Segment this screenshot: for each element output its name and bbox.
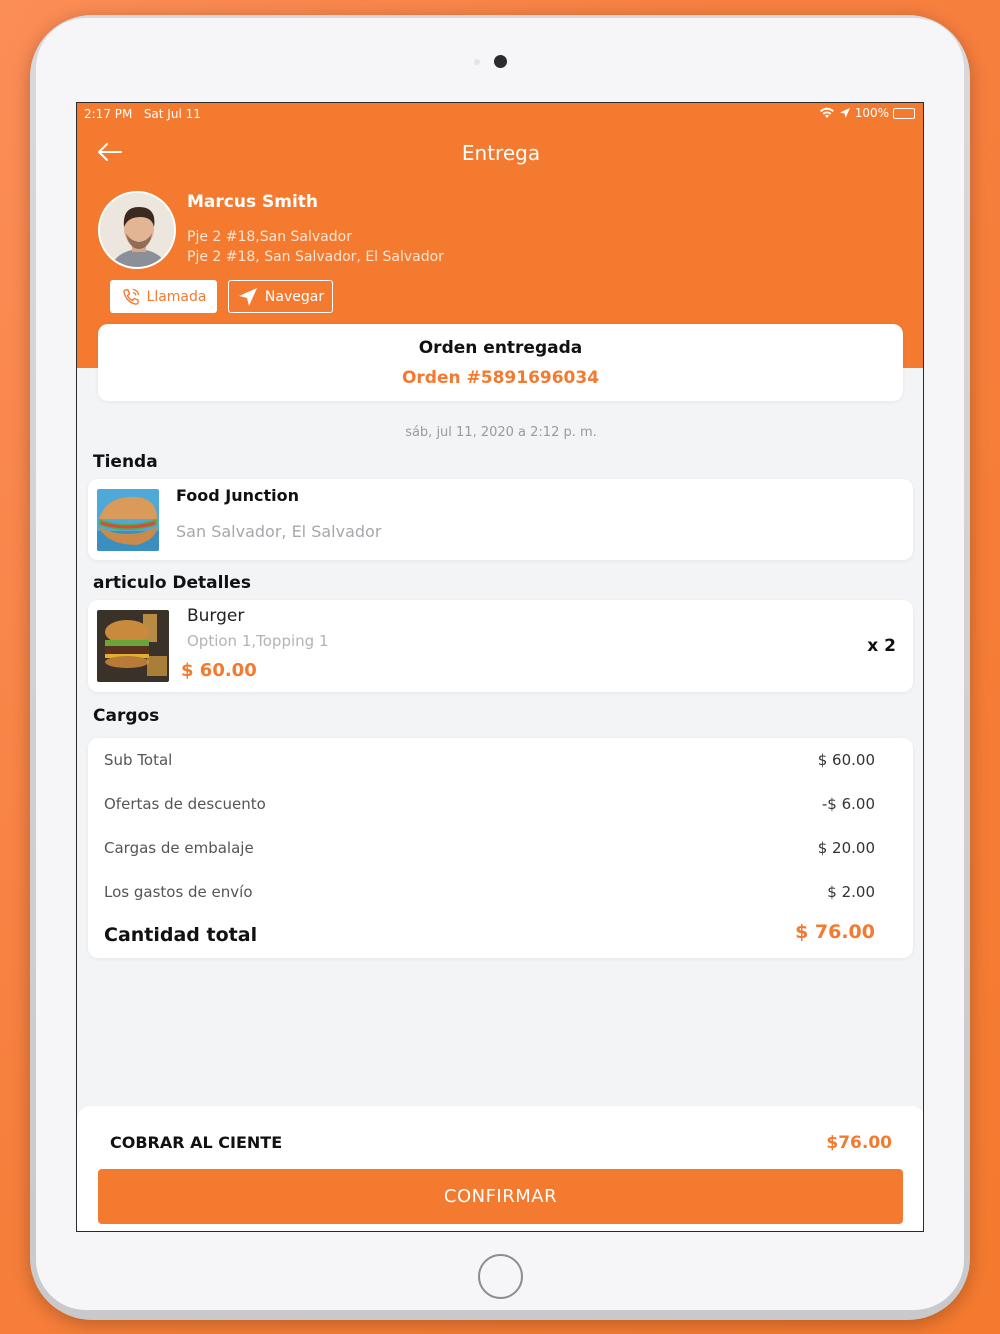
total-value: $ 76.00: [795, 921, 875, 943]
store-image: [97, 489, 159, 551]
customer-address-line2: Pje 2 #18, San Salvador, El Salvador: [187, 249, 444, 265]
order-number: Orden #5891696034: [401, 368, 600, 388]
page-title: Entrega: [461, 141, 541, 165]
customer-name: Marcus Smith: [187, 192, 319, 212]
store-location: San Salvador, El Salvador: [176, 522, 382, 541]
item-name: Burger: [187, 606, 245, 626]
battery-icon: [893, 107, 915, 119]
app-screen: 2:17 PM Sat Jul 11 100% Entrega Marcus S…: [76, 102, 924, 1232]
navigate-button-label: Navegar: [264, 288, 325, 305]
collect-value: $76.00: [826, 1133, 892, 1153]
item-quantity: x 2: [867, 636, 896, 656]
navigation-icon: [238, 287, 257, 306]
charges-card: Sub Total $ 60.00 Ofertas de descuento -…: [88, 738, 913, 958]
charge-label: Ofertas de descuento: [104, 795, 266, 813]
charge-value: $ 60.00: [817, 751, 875, 769]
sensor-dot: [474, 59, 480, 65]
home-button[interactable]: [478, 1254, 523, 1299]
order-status: Orden entregada: [418, 338, 583, 358]
camera-icon: [494, 55, 507, 68]
call-button-label: Llamada: [146, 288, 207, 305]
customer-avatar: [98, 191, 176, 269]
charge-row-subtotal: Sub Total $ 60.00: [104, 751, 875, 769]
customer-address-line1: Pje 2 #18,San Salvador: [187, 229, 352, 245]
status-indicators: 100%: [819, 106, 915, 120]
item-price: $ 60.00: [181, 660, 257, 681]
charge-label: Sub Total: [104, 751, 173, 769]
store-section-title: Tienda: [93, 452, 158, 472]
phone-icon: [122, 288, 139, 305]
charge-value: $ 2.00: [827, 883, 875, 901]
items-section-title: articulo Detalles: [93, 573, 251, 593]
navigate-button[interactable]: Navegar: [228, 280, 333, 313]
location-arrow-icon: [839, 108, 850, 118]
charge-value: -$ 6.00: [821, 795, 875, 813]
confirm-button[interactable]: CONFIRMAR: [98, 1169, 903, 1224]
item-image: [97, 610, 169, 682]
status-bar: 2:17 PM Sat Jul 11 100%: [77, 103, 923, 125]
wifi-icon: [819, 107, 834, 118]
total-label: Cantidad total: [104, 924, 258, 946]
store-card[interactable]: Food Junction San Salvador, El Salvador: [88, 479, 913, 560]
footer-panel: COBRAR AL CIENTE $76.00 CONFIRMAR: [77, 1106, 923, 1231]
collect-label: COBRAR AL CIENTE: [110, 1133, 283, 1152]
charge-label: Cargas de embalaje: [104, 839, 254, 857]
item-card[interactable]: Burger Option 1,Topping 1 $ 60.00 x 2: [88, 600, 913, 692]
store-name: Food Junction: [176, 486, 300, 505]
status-time: 2:17 PM Sat Jul 11: [84, 107, 201, 121]
charge-value: $ 20.00: [817, 839, 875, 857]
charge-label: Los gastos de envío: [104, 883, 253, 901]
charge-row-delivery: Los gastos de envío $ 2.00: [104, 883, 875, 901]
charges-section-title: Cargos: [93, 706, 160, 726]
item-options: Option 1,Topping 1: [187, 632, 329, 650]
charge-row-discount: Ofertas de descuento -$ 6.00: [104, 795, 875, 813]
battery-percent: 100%: [854, 106, 889, 120]
order-date: sáb, jul 11, 2020 a 2:12 p. m.: [405, 425, 597, 440]
call-button[interactable]: Llamada: [110, 280, 217, 313]
order-status-card: Orden entregada Orden #5891696034: [98, 324, 903, 401]
charge-row-packaging: Cargas de embalaje $ 20.00: [104, 839, 875, 857]
